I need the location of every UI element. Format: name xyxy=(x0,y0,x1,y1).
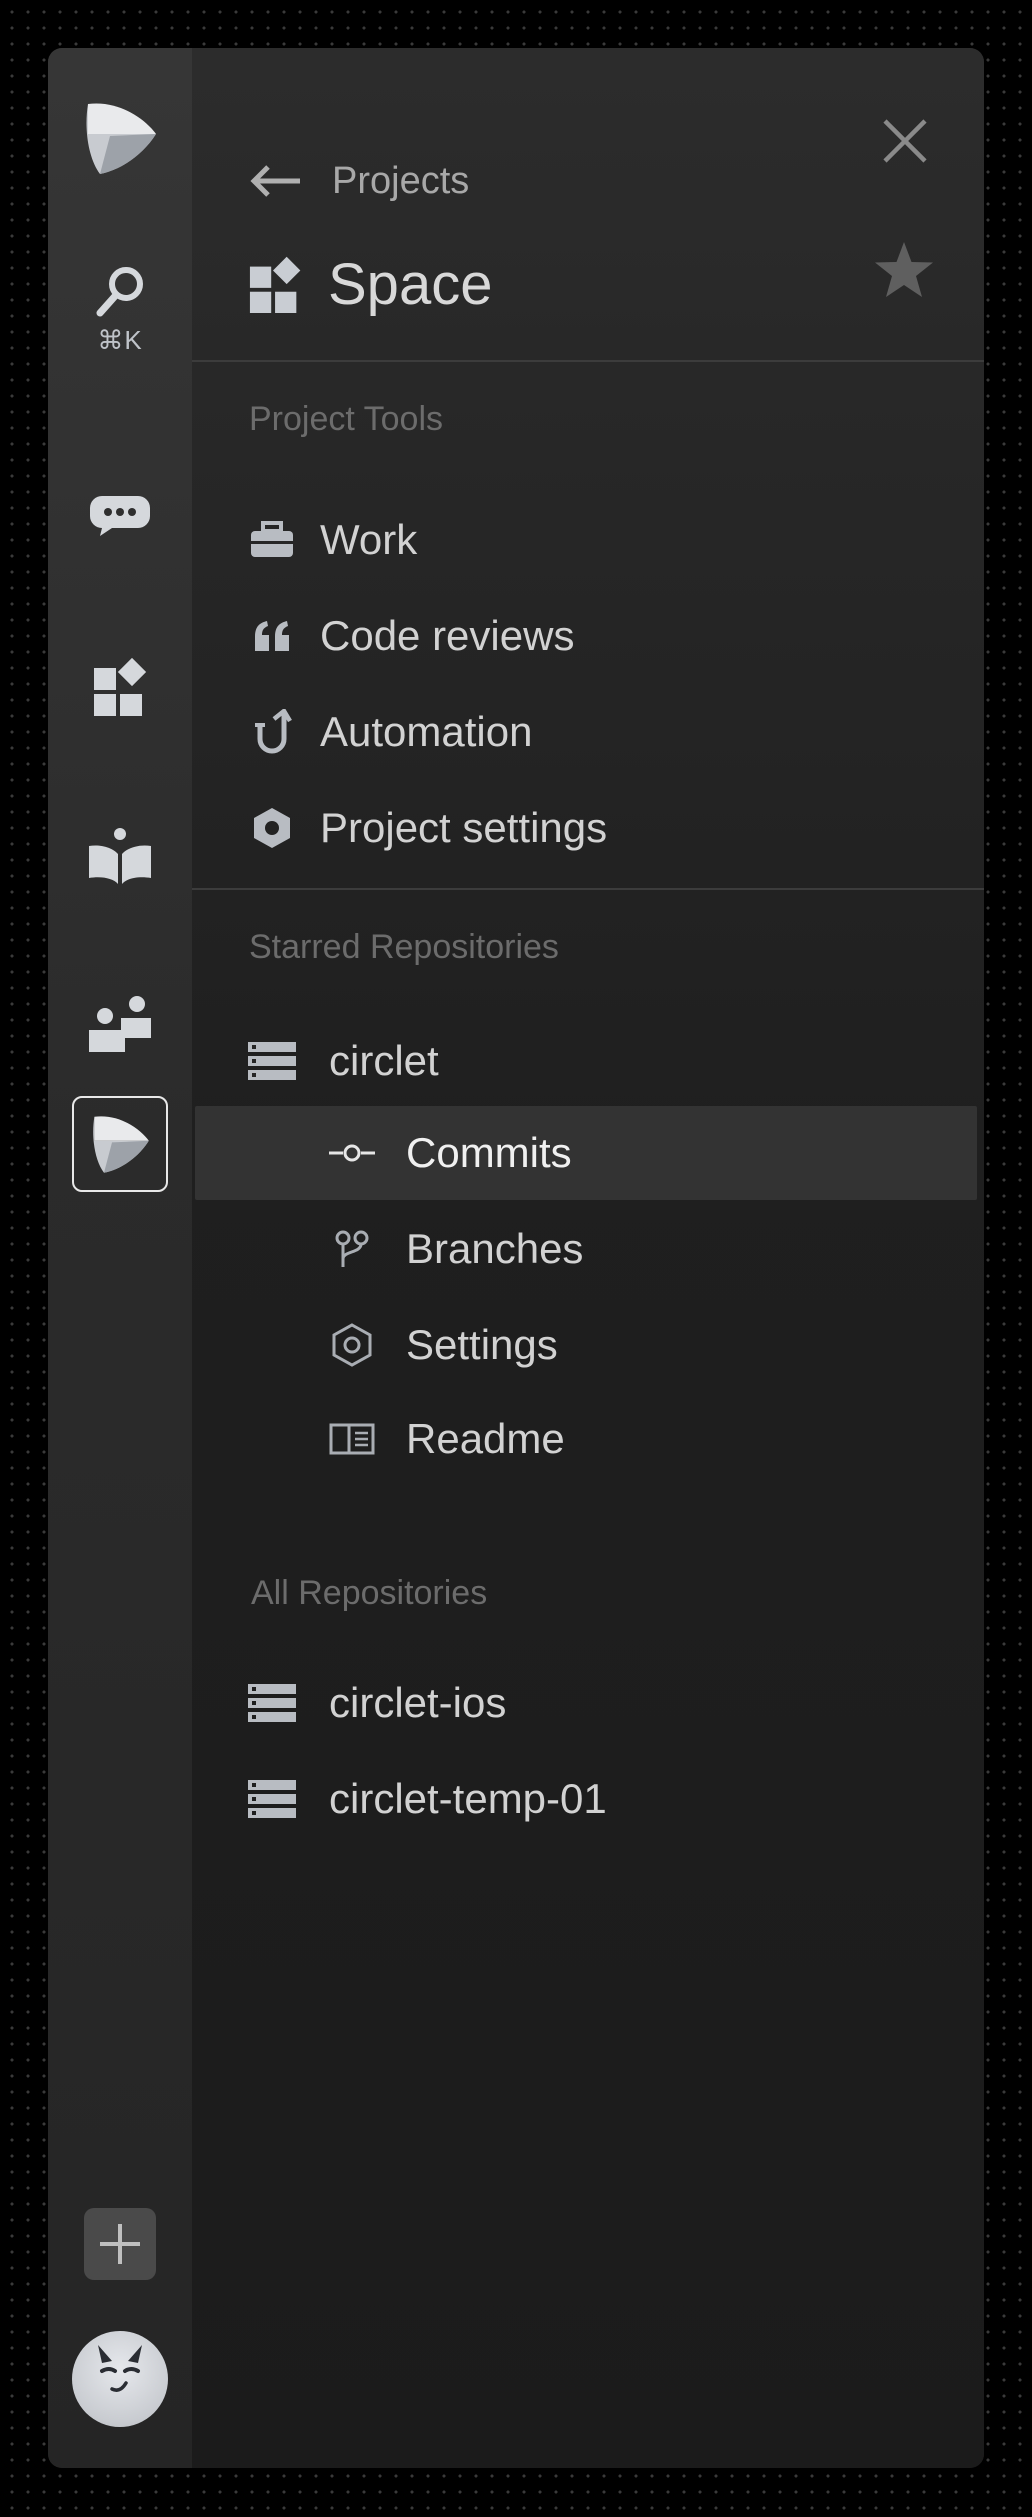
repo-label: circlet-temp-01 xyxy=(329,1775,607,1822)
close-icon xyxy=(883,119,927,163)
automation-icon xyxy=(255,709,292,754)
back-to-projects[interactable]: Projects xyxy=(248,128,469,234)
quote-icon xyxy=(255,621,289,651)
people-icon xyxy=(89,996,151,1052)
sub-item-label: Readme xyxy=(406,1415,565,1462)
nav-item-work[interactable]: Work xyxy=(248,505,417,575)
commit-icon xyxy=(329,1144,375,1162)
widgets-icon xyxy=(94,657,147,716)
repo-sub-item-readme[interactable]: Readme xyxy=(329,1404,565,1474)
section-title-starred-repositories: Starred Repositories xyxy=(249,928,559,966)
nav-item-automation[interactable]: Automation xyxy=(248,697,532,767)
hexagon-icon xyxy=(254,808,290,848)
add-button[interactable] xyxy=(84,2208,156,2280)
section-title-all-repositories: All Repositories xyxy=(251,1574,488,1612)
repo-sub-item-commits[interactable]: Commits xyxy=(329,1118,572,1188)
repo-sub-item-settings[interactable]: Settings xyxy=(329,1310,558,1380)
repo-label: circlet-ios xyxy=(329,1679,507,1726)
avatar-face-icon xyxy=(98,2345,142,2392)
search-button[interactable]: ⌘K xyxy=(48,244,192,374)
left-rail: ⌘K xyxy=(48,48,192,2468)
nav-item-label: Code reviews xyxy=(320,612,575,659)
sub-item-label: Settings xyxy=(406,1321,558,1368)
sub-item-label: Branches xyxy=(406,1225,584,1272)
arrow-left-icon xyxy=(250,165,300,197)
repo-item-circlet[interactable]: circlet xyxy=(248,1026,439,1096)
section-title-project-tools: Project Tools xyxy=(249,400,444,438)
repo-item-circlet-ios[interactable]: circlet-ios xyxy=(248,1668,506,1738)
navigation-panel: Projects Space Project Tools Work Code r… xyxy=(192,48,984,2468)
close-button[interactable] xyxy=(872,108,938,174)
chat-bubble-icon xyxy=(90,496,150,536)
nav-item-project-settings[interactable]: Project settings xyxy=(248,793,607,863)
briefcase-icon xyxy=(251,521,293,557)
active-project-button[interactable] xyxy=(72,1096,168,1192)
repository-icon xyxy=(248,1684,296,1722)
space-logo-icon xyxy=(86,103,156,174)
favorite-button[interactable] xyxy=(862,228,946,312)
plus-icon xyxy=(100,2224,140,2264)
team-button[interactable] xyxy=(48,976,192,1072)
readme-icon xyxy=(329,1423,375,1455)
nav-item-label: Work xyxy=(320,516,418,563)
user-avatar[interactable] xyxy=(72,2331,168,2427)
repo-label: circlet xyxy=(329,1037,439,1084)
nav-item-code-reviews[interactable]: Code reviews xyxy=(248,601,574,671)
project-widgets-icon xyxy=(249,256,301,313)
app-window: ⌘K Projects Space Project Tools Work Cod… xyxy=(48,48,984,2468)
selected-row-highlight xyxy=(195,1106,977,1200)
space-project-icon xyxy=(93,1116,149,1173)
chats-button[interactable] xyxy=(48,468,192,564)
star-icon xyxy=(875,242,933,297)
reading-book-icon xyxy=(89,828,151,884)
settings-hex-icon xyxy=(332,1323,372,1367)
search-icon xyxy=(96,266,143,316)
repository-icon xyxy=(248,1780,296,1818)
projects-button[interactable] xyxy=(48,638,192,734)
docs-button[interactable] xyxy=(48,808,192,904)
repo-sub-item-branches[interactable]: Branches xyxy=(329,1214,583,1284)
page-title: Space xyxy=(328,251,493,317)
back-label: Projects xyxy=(332,159,470,202)
divider xyxy=(192,888,984,890)
nav-item-label: Automation xyxy=(320,708,533,755)
space-logo[interactable] xyxy=(48,90,192,186)
project-title-row: Space xyxy=(248,234,492,334)
branch-icon xyxy=(335,1230,369,1267)
search-shortcut: ⌘K xyxy=(97,324,143,355)
repo-item-circlet-temp-01[interactable]: circlet-temp-01 xyxy=(248,1764,607,1834)
repository-icon xyxy=(248,1042,296,1080)
divider xyxy=(192,360,984,362)
sub-item-label: Commits xyxy=(406,1129,572,1176)
nav-item-label: Project settings xyxy=(320,804,608,851)
